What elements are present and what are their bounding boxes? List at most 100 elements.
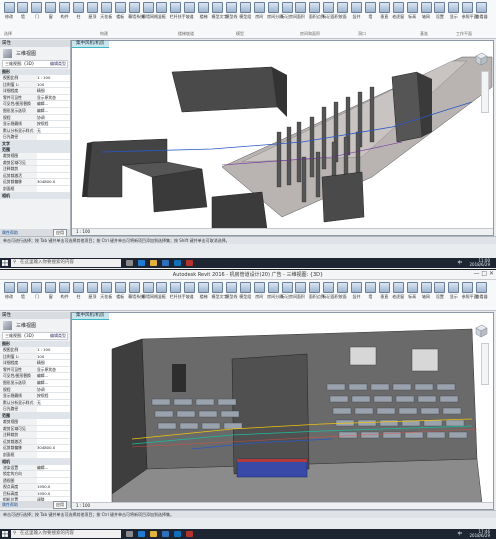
ribbon-button[interactable]: 模型线 bbox=[225, 2, 237, 20]
ribbon-button[interactable]: 模型组 bbox=[239, 2, 251, 20]
properties-help-link[interactable]: 属性帮助 bbox=[2, 502, 18, 508]
edit-type-button[interactable]: 编辑类型 bbox=[50, 333, 66, 339]
property-value[interactable]: 304800.0 bbox=[37, 179, 70, 185]
store-icon[interactable] bbox=[162, 260, 169, 266]
input-language[interactable]: 中 bbox=[458, 260, 463, 266]
property-value[interactable] bbox=[37, 418, 70, 425]
ribbon-button[interactable]: 柱 bbox=[73, 282, 85, 300]
ribbon-button[interactable]: 垂直 bbox=[378, 282, 390, 300]
ribbon-button[interactable]: 楼梯 bbox=[198, 2, 210, 20]
ribbon-button[interactable]: 面积 bbox=[295, 282, 307, 300]
property-value[interactable] bbox=[37, 185, 70, 192]
ribbon-button[interactable]: 楼板 bbox=[114, 282, 126, 300]
ribbon-button[interactable]: 房间分隔 bbox=[267, 2, 283, 20]
file-explorer-icon[interactable] bbox=[150, 531, 157, 537]
property-row[interactable]: 规程 协调 bbox=[0, 386, 70, 394]
property-row[interactable]: 显示隐藏线 按规程 bbox=[0, 121, 70, 128]
ribbon-button[interactable]: 面积边界 bbox=[309, 282, 325, 300]
property-value[interactable]: 协调 bbox=[37, 386, 70, 393]
taskbar-search[interactable]: ⚲ 在这里输入你要搜索的内容 bbox=[11, 530, 121, 538]
property-value[interactable] bbox=[37, 477, 70, 484]
ribbon-button[interactable]: 显示 bbox=[448, 282, 460, 300]
property-row[interactable]: 详细程度 精细 bbox=[0, 360, 70, 367]
property-value[interactable]: 精细 bbox=[37, 360, 70, 366]
property-value[interactable] bbox=[37, 451, 70, 458]
property-value[interactable]: 1950.0 bbox=[37, 490, 70, 497]
system-clock[interactable]: 17:46 2018/6/29 bbox=[469, 529, 490, 539]
ribbon-button[interactable]: 标高 bbox=[406, 282, 418, 300]
ribbon-button[interactable]: 模型组 bbox=[239, 282, 251, 300]
property-value[interactable]: 无 bbox=[37, 399, 70, 406]
property-row[interactable]: 透视图 bbox=[0, 477, 70, 485]
property-row[interactable]: 详细程度 精细 bbox=[0, 88, 70, 95]
edge-icon[interactable] bbox=[138, 531, 145, 537]
revit-icon[interactable] bbox=[174, 260, 181, 266]
ribbon-button[interactable]: 门 bbox=[31, 282, 43, 300]
task-view-icon[interactable] bbox=[126, 260, 133, 266]
property-value[interactable]: 100 bbox=[37, 81, 70, 88]
category-camera[interactable]: 相机 bbox=[0, 192, 70, 199]
ribbon-button[interactable]: 面积边界 bbox=[309, 2, 325, 20]
ribbon-button[interactable]: 老虎窗 bbox=[392, 2, 404, 20]
ribbon-button[interactable]: 坡道 bbox=[184, 2, 196, 20]
property-row[interactable]: 目标高度 1950.0 bbox=[0, 490, 70, 498]
property-row[interactable]: 规程 协调 bbox=[0, 114, 70, 122]
navigation-bar[interactable] bbox=[481, 343, 489, 385]
property-value[interactable]: 显示原状态 bbox=[37, 366, 70, 373]
ribbon-button[interactable]: 天花板 bbox=[100, 282, 112, 300]
property-row[interactable]: 远剪裁偏移 304800.0 bbox=[0, 179, 70, 186]
property-value[interactable]: 协调 bbox=[37, 114, 70, 121]
ribbon-button[interactable]: 标高 bbox=[406, 2, 418, 20]
property-value[interactable]: 编辑... bbox=[37, 101, 70, 107]
viewcube-icon[interactable] bbox=[473, 51, 489, 67]
property-value[interactable]: 100 bbox=[37, 353, 70, 360]
edge-icon[interactable] bbox=[138, 260, 145, 266]
property-value[interactable] bbox=[37, 159, 70, 166]
property-value[interactable]: 无 bbox=[37, 127, 70, 134]
ribbon-button[interactable]: 垂直 bbox=[378, 2, 390, 20]
ribbon-button[interactable]: 栏杆扶手 bbox=[170, 2, 186, 20]
ribbon-button[interactable]: 面积 bbox=[295, 2, 307, 20]
type-selector[interactable]: 三维视图 bbox=[0, 47, 70, 59]
ribbon-button[interactable]: 竖梃 bbox=[156, 282, 168, 300]
property-row[interactable]: 显示隐藏线 按规程 bbox=[0, 393, 70, 400]
property-row[interactable]: 远剪裁激活 bbox=[0, 172, 70, 180]
3d-viewport[interactable]: 集中风机/机房 1: 100 bbox=[71, 40, 494, 236]
ribbon-button[interactable]: 幕墙网格 bbox=[142, 282, 158, 300]
property-row[interactable]: 剖面框 bbox=[0, 185, 70, 193]
ribbon-button[interactable]: 幕墙系统 bbox=[128, 2, 144, 20]
property-row[interactable]: 锁定的方向 bbox=[0, 471, 70, 478]
property-value[interactable] bbox=[37, 438, 70, 445]
ribbon-button[interactable]: 竖井 bbox=[351, 2, 363, 20]
property-row[interactable]: 裁剪视图 bbox=[0, 152, 70, 160]
ribbon-button[interactable]: 墙 bbox=[364, 282, 376, 300]
ribbon-button[interactable]: 墙 bbox=[364, 2, 376, 20]
apply-button[interactable]: 应用 bbox=[53, 501, 67, 509]
property-value[interactable] bbox=[37, 432, 70, 438]
property-row[interactable]: 零件可见性 显示原状态 bbox=[0, 366, 70, 374]
property-value[interactable]: 编辑... bbox=[37, 373, 70, 379]
property-value[interactable]: 显示原状态 bbox=[37, 94, 70, 101]
property-row[interactable]: 零件可见性 显示原状态 bbox=[0, 94, 70, 102]
property-value[interactable]: 编辑... bbox=[37, 107, 70, 114]
ribbon-button[interactable]: 轴网 bbox=[420, 2, 432, 20]
property-value[interactable] bbox=[37, 172, 70, 179]
view-control-bar[interactable]: 1 : 100 bbox=[72, 228, 493, 235]
property-row[interactable]: 日光路径 bbox=[0, 134, 70, 141]
task-view-icon[interactable] bbox=[126, 531, 133, 537]
property-value[interactable]: 1 : 100 bbox=[37, 347, 70, 353]
ribbon-button[interactable]: 参照平面 bbox=[462, 282, 478, 300]
property-row[interactable]: 裁剪视图 bbox=[0, 418, 70, 426]
property-value[interactable]: 1 : 100 bbox=[37, 75, 70, 81]
ribbon-button[interactable]: 标记面积 bbox=[323, 282, 339, 300]
property-value[interactable] bbox=[37, 406, 70, 412]
ribbon-button[interactable]: 查看器 bbox=[476, 2, 488, 20]
property-row[interactable]: 默认分析显示样式无 bbox=[0, 127, 70, 135]
app-icon[interactable] bbox=[186, 260, 193, 266]
ribbon-button[interactable]: 天花板 bbox=[100, 2, 112, 20]
ribbon-button[interactable]: 房间 bbox=[253, 282, 265, 300]
property-row[interactable]: 日光路径 bbox=[0, 406, 70, 413]
ribbon-button[interactable]: 标记房间 bbox=[281, 2, 297, 20]
view-control-bar[interactable]: 1 : 100 bbox=[72, 502, 493, 509]
property-row[interactable]: 图形显示选项 编辑... bbox=[0, 107, 70, 115]
